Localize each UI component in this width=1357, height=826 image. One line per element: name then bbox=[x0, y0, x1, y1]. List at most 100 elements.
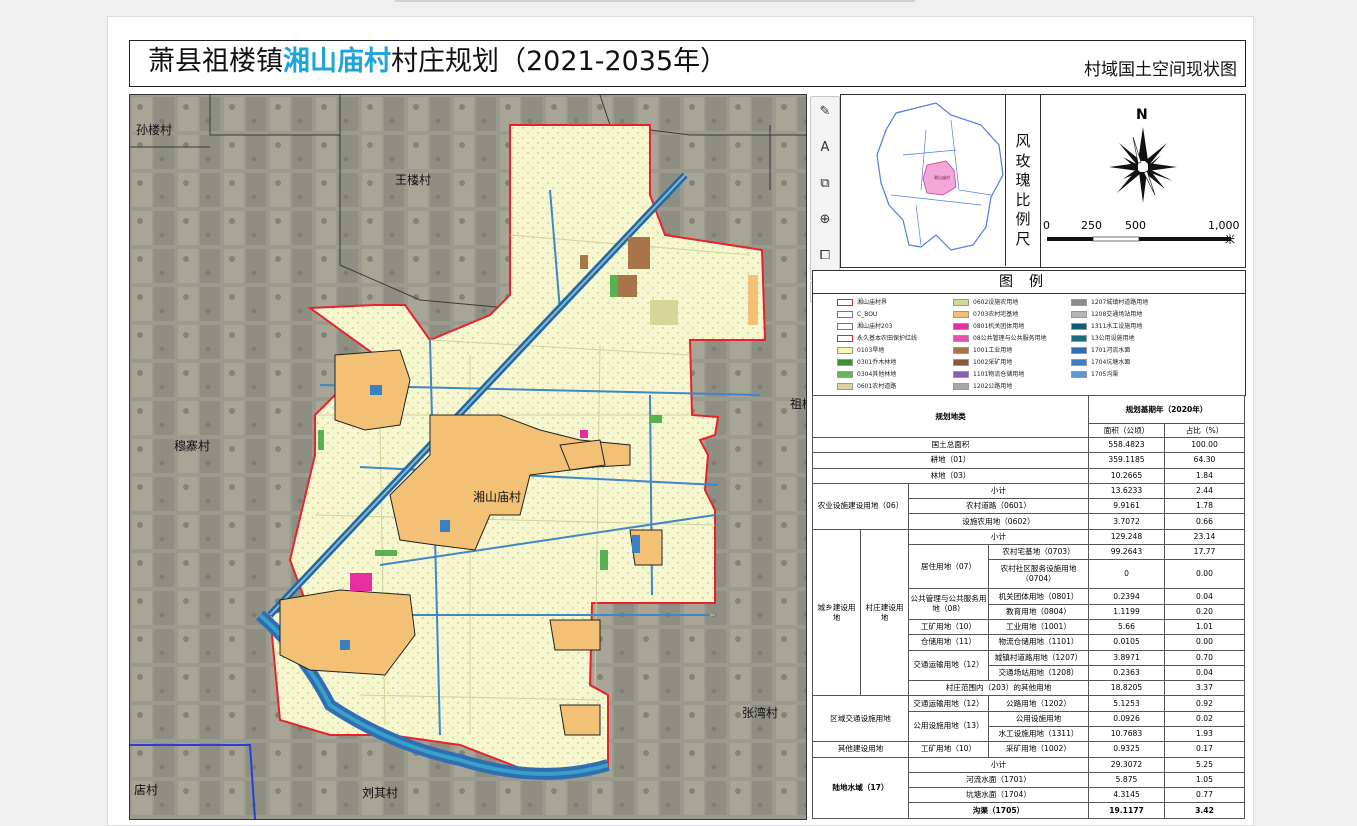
residential-southwest bbox=[279, 589, 416, 676]
table-row: 陆地水域（17） 小计 29.3072 5.25 bbox=[812, 756, 1246, 820]
row-area: 18.8205 bbox=[1088, 680, 1165, 697]
row-pct: 1.78 bbox=[1163, 498, 1246, 515]
legend-swatch bbox=[1071, 335, 1087, 342]
scale-tick-500: 500 bbox=[1125, 219, 1146, 232]
category-name: 公共管理与公共服务用地（08） bbox=[908, 588, 989, 620]
row-area: 5.875 bbox=[1088, 771, 1165, 789]
legend-label: 1208交通场站用地 bbox=[1091, 311, 1143, 318]
pond bbox=[340, 640, 350, 650]
row-name: 国土总面积 bbox=[812, 436, 1089, 454]
legend-swatch bbox=[953, 335, 969, 342]
table-row: 耕地（01） 359.1185 64.30 bbox=[812, 452, 1246, 469]
map-name: 村域国土空间现状图 bbox=[1084, 60, 1237, 80]
row-area: 19.1177 bbox=[1088, 802, 1165, 819]
row-area: 0.0926 bbox=[1088, 710, 1165, 727]
forest-patch bbox=[610, 275, 618, 297]
category-name: 仓储用地（11） bbox=[908, 634, 989, 651]
row-area: 9.9161 bbox=[1088, 498, 1165, 515]
row-area: 3.8971 bbox=[1088, 649, 1165, 666]
main-map[interactable]: 孙楼村 王楼村 穆寨村 湘山庙村 祖楼 张湾村 店村 刘其村 bbox=[129, 94, 807, 820]
legend-label: 永久基本农田保护红线 bbox=[857, 335, 918, 342]
row-name: 坑塘水面（1704） bbox=[908, 787, 1089, 804]
row-pct: 23.14 bbox=[1163, 528, 1246, 545]
viewer-toolbar: ✎ A ⧉ ⊕ ⧠ bbox=[810, 96, 840, 280]
wind-rose-icon bbox=[1109, 127, 1177, 203]
table-header-row: 规划地类 规划基期年（2020年） bbox=[812, 395, 1246, 438]
row-area: 29.3072 bbox=[1088, 756, 1165, 773]
table-row: 国土总面积 558.4823 100.00 bbox=[812, 436, 1246, 454]
facility-plot bbox=[650, 300, 678, 325]
legend-label: 1202公路用地 bbox=[973, 383, 1013, 390]
edit-image-icon[interactable]: ✎ bbox=[814, 101, 836, 123]
row-pct: 100.00 bbox=[1163, 436, 1246, 454]
title-prefix: 萧县祖楼镇 bbox=[148, 46, 283, 77]
legend-swatch bbox=[837, 311, 853, 318]
category-name: 公用设施用地（13） bbox=[908, 710, 989, 743]
row-area: 558.4823 bbox=[1088, 436, 1165, 454]
crop-icon[interactable]: ⧠ bbox=[814, 245, 836, 267]
header-land-type: 规划地类 bbox=[812, 395, 1089, 438]
group-name: 农业设施建设用地（06） bbox=[812, 482, 909, 530]
zoom-icon[interactable]: ⊕ bbox=[814, 209, 836, 231]
legend-swatch bbox=[1071, 359, 1087, 366]
group-name: 其他建设用地 bbox=[812, 741, 909, 758]
select-area-icon[interactable]: ⧉ bbox=[814, 173, 836, 195]
legend-swatch bbox=[953, 359, 969, 366]
forest-patch bbox=[318, 430, 324, 450]
legend-label: 1101物流仓储用地 bbox=[973, 371, 1025, 378]
row-name: 农村宅基地（0703） bbox=[988, 543, 1089, 561]
forest-patch bbox=[375, 550, 397, 556]
header-area: 面积（公顷） bbox=[1088, 423, 1165, 438]
legend-swatch bbox=[953, 323, 969, 330]
row-pct: 0.20 bbox=[1163, 603, 1246, 621]
table-row: 城乡建设用地 村庄建设用地 小计 129.248 23.14 bbox=[812, 528, 1246, 697]
pond bbox=[440, 520, 450, 532]
row-pct: 2.44 bbox=[1163, 482, 1246, 500]
header-base-year: 规划基期年（2020年） bbox=[1087, 395, 1246, 424]
legend-label: 08公共管理与公共服务用地 bbox=[973, 335, 1047, 342]
public-service-plot bbox=[350, 573, 372, 591]
legend-swatch bbox=[953, 299, 969, 306]
row-name: 公用设施用地 bbox=[988, 710, 1089, 727]
legend-swatch bbox=[1071, 311, 1087, 318]
row-area: 0 bbox=[1088, 559, 1165, 590]
category-name: 工矿用地（10） bbox=[908, 741, 989, 758]
group-name: 村庄建设用地 bbox=[860, 528, 909, 697]
row-name: 水工设施用地（1311） bbox=[988, 725, 1089, 743]
legend-label: 1705沟渠 bbox=[1091, 371, 1119, 378]
category-name: 交通运输用地（12） bbox=[908, 649, 989, 682]
legend-swatch bbox=[1071, 323, 1087, 330]
industrial-plot bbox=[580, 255, 588, 269]
legend-swatch bbox=[837, 359, 853, 366]
top-divider bbox=[395, 0, 915, 2]
row-pct: 0.92 bbox=[1163, 695, 1246, 712]
village-label: 张湾村 bbox=[742, 706, 779, 720]
row-pct: 17.77 bbox=[1163, 543, 1246, 561]
draw-text-icon[interactable]: A bbox=[814, 137, 836, 159]
wind-rose-scale-header: 风玫瑰比例尺 bbox=[1005, 94, 1042, 266]
table-row: 区域交通设施用地 交通运输用地（12） 公路用地（1202） 5.1253 0.… bbox=[812, 695, 1246, 743]
row-area: 4.3145 bbox=[1088, 787, 1165, 804]
legend-label: 0801机关团体用地 bbox=[973, 323, 1025, 330]
group-name: 陆地水域（17） bbox=[812, 756, 909, 820]
legend-swatch bbox=[1071, 347, 1087, 354]
row-area: 5.1253 bbox=[1088, 695, 1165, 712]
table-row: 农业设施建设用地（06） 小计 13.6233 2.44 bbox=[812, 482, 1246, 530]
legend-swatch bbox=[837, 299, 853, 306]
category-name: 居住用地（07） bbox=[908, 543, 989, 590]
row-area: 1.1199 bbox=[1088, 603, 1165, 621]
legend-label: 湘山庙村界 bbox=[857, 299, 888, 306]
row-name: 工业用地（1001） bbox=[988, 618, 1089, 636]
row-pct: 5.25 bbox=[1163, 756, 1246, 773]
legend-label: 湘山庙村203 bbox=[857, 323, 893, 330]
locator-village-label: 湘山庙村 bbox=[934, 175, 950, 180]
pond bbox=[632, 535, 640, 553]
scale-tick-0: 0 bbox=[1043, 219, 1050, 232]
legend-label: 0601农村道路 bbox=[857, 383, 897, 390]
row-name: 林地（03） bbox=[812, 467, 1089, 484]
row-pct: 64.30 bbox=[1163, 452, 1246, 469]
row-area: 5.66 bbox=[1088, 618, 1165, 636]
row-pct: 0.17 bbox=[1163, 741, 1246, 758]
row-name: 耕地（01） bbox=[812, 452, 1089, 469]
legend-label: 0301乔木林地 bbox=[857, 359, 897, 366]
